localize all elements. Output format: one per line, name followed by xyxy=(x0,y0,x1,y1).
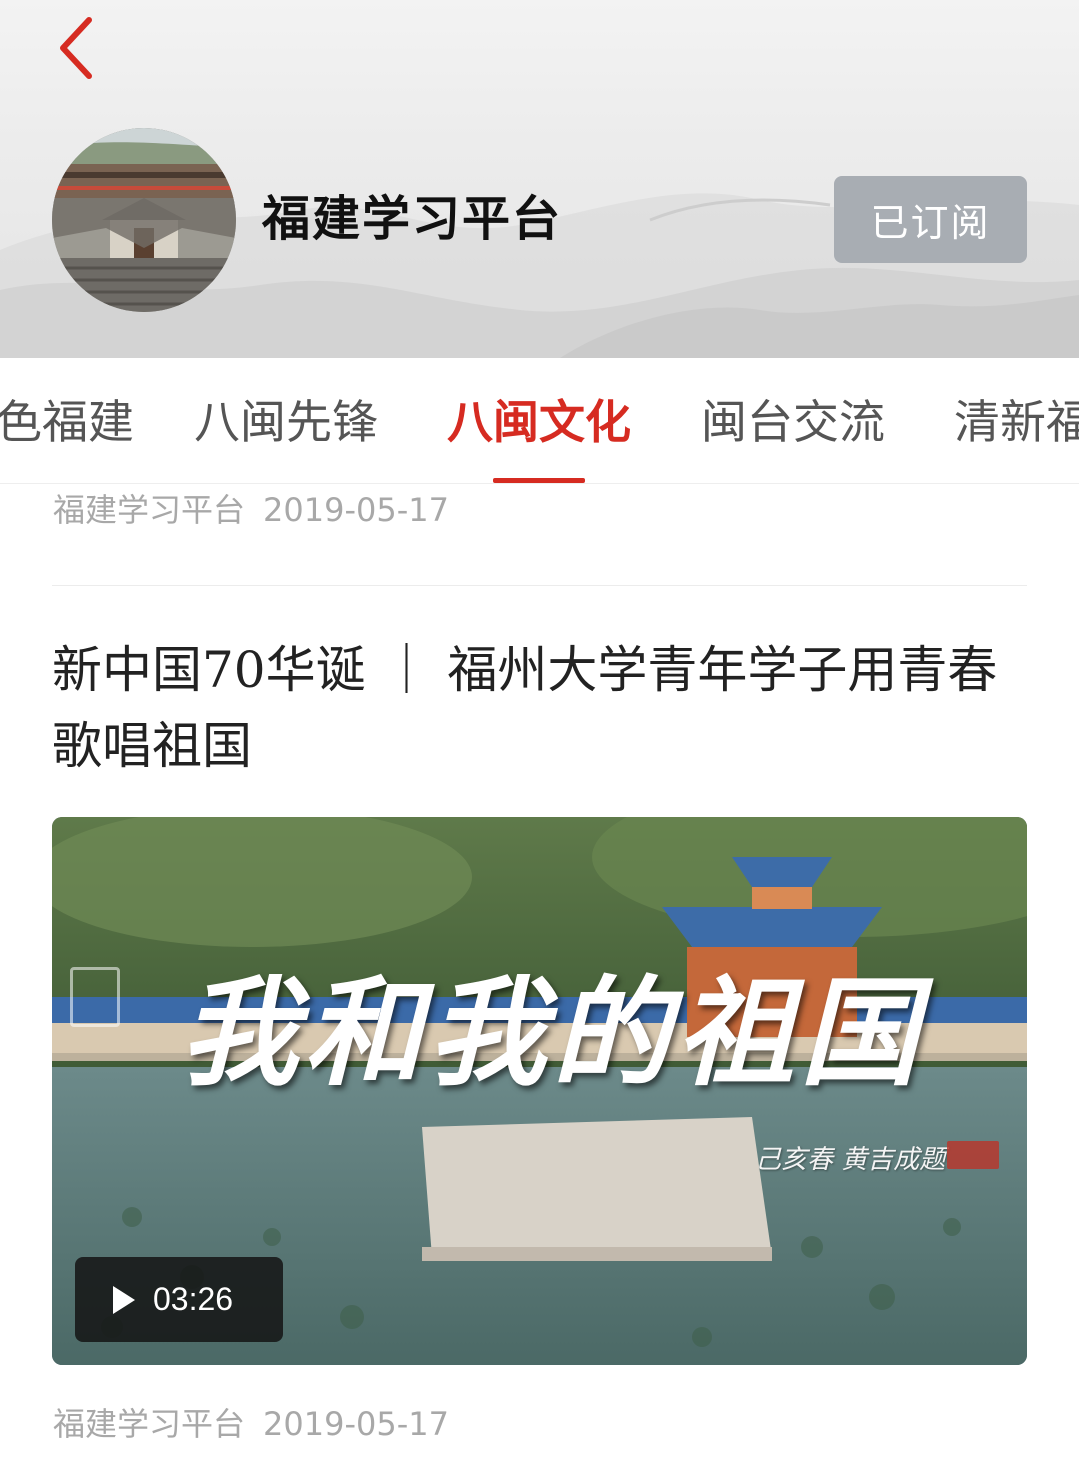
tab-bamin-wenhua[interactable]: 八闽文化 xyxy=(447,392,631,452)
channel-header: 福建学习平台 已订阅 xyxy=(0,0,1079,358)
stamp-decoration xyxy=(70,967,120,1027)
article-date: 2019-05-17 xyxy=(263,1405,449,1443)
article-title[interactable]: 新中国70华诞 ｜ 福州大学青年学子用青春歌唱祖国 xyxy=(52,632,1032,784)
tulou-photo xyxy=(52,128,236,312)
prev-item-source: 福建学习平台 xyxy=(53,491,246,529)
subscribed-button[interactable]: 已订阅 xyxy=(834,176,1027,263)
red-seal xyxy=(947,1141,999,1169)
channel-name: 福建学习平台 xyxy=(262,191,563,247)
tab-qingxin-fujian[interactable]: 清新福 xyxy=(954,392,1079,452)
back-button[interactable] xyxy=(44,12,110,84)
video-thumbnail[interactable]: 我和我的祖国 己亥春 黄吉成题 03:26 xyxy=(52,817,1027,1365)
prev-item-meta: 福建学习平台 2019-05-17 xyxy=(53,488,449,532)
video-duration: 03:26 xyxy=(153,1281,234,1317)
divider xyxy=(52,585,1027,586)
article-meta: 福建学习平台 2019-05-17 xyxy=(53,1402,449,1446)
video-overlay-title: 我和我的祖国 xyxy=(179,963,924,1102)
calligraphy-signature: 己亥春 黄吉成题 xyxy=(755,1145,946,1175)
play-icon xyxy=(111,1284,137,1316)
chevron-left-icon xyxy=(60,17,92,79)
article-source: 福建学习平台 xyxy=(53,1405,246,1443)
tab-bamin-xianfeng[interactable]: 八闽先锋 xyxy=(194,392,378,452)
category-tabs: 色福建 八闽先锋 八闽文化 闽台交流 清新福 xyxy=(0,358,1079,484)
prev-item-date: 2019-05-17 xyxy=(263,491,449,529)
video-duration-badge[interactable]: 03:26 xyxy=(75,1257,283,1342)
channel-avatar xyxy=(52,128,236,312)
active-tab-indicator xyxy=(493,478,585,483)
tab-mintai-jiaoliu[interactable]: 闽台交流 xyxy=(701,392,885,452)
tab-fujian[interactable]: 色福建 xyxy=(0,392,134,452)
